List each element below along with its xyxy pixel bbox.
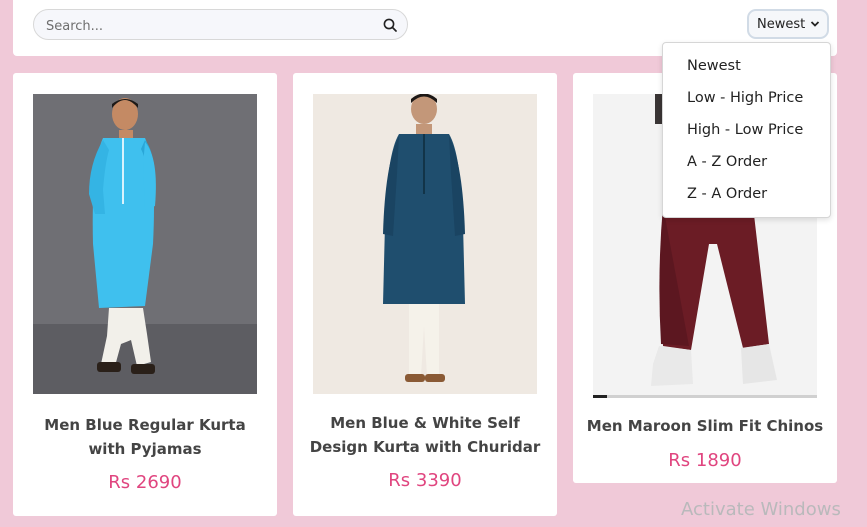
search-box[interactable] xyxy=(33,9,408,40)
product-name[interactable]: Men Blue & White Self Design Kurta with … xyxy=(305,411,545,459)
product-name[interactable]: Men Maroon Slim Fit Chinos xyxy=(585,414,825,438)
sort-selected-label: Newest xyxy=(757,16,806,32)
windows-activation-watermark: Activate Windows xyxy=(681,499,841,520)
product-card[interactable]: Men Blue Regular Kurta with Pyjamas Rs 2… xyxy=(13,73,277,516)
product-image[interactable] xyxy=(313,94,537,394)
product-price: Rs 1890 xyxy=(668,450,742,471)
sort-dropdown-button[interactable]: Newest xyxy=(747,9,829,39)
search-icon[interactable] xyxy=(383,18,397,32)
product-card[interactable]: Men Blue & White Self Design Kurta with … xyxy=(293,73,557,516)
product-image[interactable] xyxy=(33,94,257,394)
sort-option-z-a[interactable]: Z - A Order xyxy=(687,186,767,202)
chevron-down-icon xyxy=(810,21,820,27)
product-price: Rs 2690 xyxy=(108,472,182,493)
product-price: Rs 3390 xyxy=(388,470,462,491)
search-input[interactable] xyxy=(44,15,368,37)
sort-menu: Newest Low - High Price High - Low Price… xyxy=(662,42,831,218)
sort-option-low-high[interactable]: Low - High Price xyxy=(687,90,803,106)
sort-option-a-z[interactable]: A - Z Order xyxy=(687,154,767,170)
sort-option-high-low[interactable]: High - Low Price xyxy=(687,122,803,138)
sort-option-newest[interactable]: Newest xyxy=(687,58,741,74)
product-name[interactable]: Men Blue Regular Kurta with Pyjamas xyxy=(25,413,265,461)
